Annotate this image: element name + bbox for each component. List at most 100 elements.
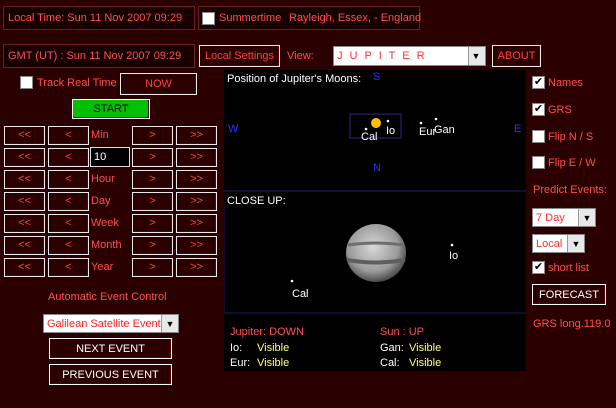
step-back-fast-button[interactable]: << <box>4 192 45 211</box>
step-back-button[interactable]: < <box>48 148 89 167</box>
gmt-time: GMT (UT) : Sun 11 Nov 2007 09:29 <box>8 50 182 62</box>
next-event-button[interactable]: NEXT EVENT <box>49 338 172 359</box>
moon-label-gan: Gan <box>434 124 455 136</box>
step-back-button[interactable]: < <box>48 236 89 255</box>
names-checkbox[interactable] <box>532 76 545 89</box>
local-time: Local Time: Sun 11 Nov 2007 09:29 <box>8 12 183 24</box>
eur-status-label: Eur: <box>230 357 251 369</box>
location-panel: Summertime Rayleigh, Essex, - England <box>198 6 422 30</box>
eur-status-value: Visible <box>257 357 290 369</box>
cal-status-value: Visible <box>409 357 442 369</box>
local-settings-button[interactable]: Local Settings <box>199 45 280 67</box>
compass-top: S <box>373 71 381 83</box>
grs-longitude: GRS long.119.0 <box>533 318 611 330</box>
view-select-value: J U P I T E R <box>337 50 427 62</box>
now-button[interactable]: NOW <box>120 73 197 95</box>
step-back-fast-button[interactable]: << <box>4 148 45 167</box>
cal-status-label: Cal: <box>380 357 400 369</box>
step-back-fast-button[interactable]: << <box>4 258 45 277</box>
gan-status-value: Visible <box>409 342 442 354</box>
step-forward-fast-button[interactable]: >> <box>176 258 217 277</box>
compass-east: E <box>514 123 522 135</box>
step-back-button[interactable]: < <box>48 192 89 211</box>
step-forward-button[interactable]: > <box>132 148 173 167</box>
grs-label: GRS <box>548 104 572 116</box>
previous-event-button[interactable]: PREVIOUS EVENT <box>49 364 172 385</box>
step-forward-fast-button[interactable]: >> <box>176 126 217 145</box>
step-forward-button[interactable]: > <box>132 192 173 211</box>
time-unit-label: Day <box>91 195 111 207</box>
time-unit-label: Hour <box>91 173 115 185</box>
flip-ew-label: Flip E / W <box>548 157 596 169</box>
track-real-time-checkbox[interactable] <box>20 76 33 89</box>
predict-period-select[interactable]: 7 Day ▼ <box>532 208 596 227</box>
step-back-fast-button[interactable]: << <box>4 214 45 233</box>
step-forward-button[interactable]: > <box>132 170 173 189</box>
step-forward-fast-button[interactable]: >> <box>176 148 217 167</box>
chevron-down-icon[interactable]: ▼ <box>468 47 485 65</box>
start-button[interactable]: START <box>72 99 150 119</box>
moon-label-io: Io <box>386 125 396 137</box>
step-forward-button[interactable]: > <box>132 126 173 145</box>
step-forward-button[interactable]: > <box>132 214 173 233</box>
time-unit-label: Year <box>91 261 114 273</box>
step-back-button[interactable]: < <box>48 214 89 233</box>
closeup-label-cal: Cal <box>292 288 309 300</box>
names-label: Names <box>548 77 583 89</box>
moon-label-cal: Cal <box>361 131 378 143</box>
flip-ew-checkbox[interactable] <box>532 156 545 169</box>
location-text: Rayleigh, Essex, - England <box>289 12 422 24</box>
short-list-label: short list <box>548 262 589 274</box>
step-forward-fast-button[interactable]: >> <box>176 192 217 211</box>
io-closeup-dot <box>450 243 454 247</box>
short-list-checkbox[interactable] <box>532 261 545 274</box>
step-forward-button[interactable]: > <box>132 236 173 255</box>
step-forward-button[interactable]: > <box>132 258 173 277</box>
time-unit-label: Month <box>91 239 122 251</box>
grs-checkbox[interactable] <box>532 103 545 116</box>
step-back-fast-button[interactable]: << <box>4 126 45 145</box>
time-zone-value: Local <box>536 238 563 250</box>
time-zone-select[interactable]: Local ▼ <box>532 234 585 253</box>
predict-period-value: 7 Day <box>536 212 565 224</box>
gan-status-label: Gan: <box>380 342 404 354</box>
jupiter-status: Jupiter: DOWN <box>230 326 304 338</box>
time-unit-label: Min <box>91 129 109 141</box>
step-back-button[interactable]: < <box>48 258 89 277</box>
view-select[interactable]: J U P I T E R ▼ <box>333 46 486 66</box>
step-back-fast-button[interactable]: << <box>4 236 45 255</box>
step-back-button[interactable]: < <box>48 126 89 145</box>
step-forward-fast-button[interactable]: >> <box>176 170 217 189</box>
about-button[interactable]: ABOUT <box>492 45 541 67</box>
event-select-value: Galilean Satellite Event <box>47 318 161 330</box>
step-forward-fast-button[interactable]: >> <box>176 214 217 233</box>
chevron-down-icon[interactable]: ▼ <box>161 315 178 332</box>
step-forward-fast-button[interactable]: >> <box>176 236 217 255</box>
europa-dot <box>419 121 423 125</box>
flip-ns-checkbox[interactable] <box>532 130 545 143</box>
minute-step-input[interactable]: 10 <box>90 147 130 167</box>
forecast-button[interactable]: FORECAST <box>532 284 606 305</box>
flip-ns-label: Flip N / S <box>548 131 594 143</box>
auto-event-label: Automatic Event Control <box>48 291 167 303</box>
chevron-down-icon[interactable]: ▼ <box>567 235 584 252</box>
sky-view: Position of Jupiter's Moons: S N W E Cal… <box>224 70 526 371</box>
jupiter-closeup-disc <box>346 224 406 282</box>
closeup-label-io: Io <box>449 250 459 262</box>
compass-bottom: N <box>373 162 381 174</box>
compass-west: W <box>228 123 239 135</box>
io-status-label: Io: <box>230 342 243 354</box>
io-status-value: Visible <box>257 342 290 354</box>
step-back-fast-button[interactable]: << <box>4 170 45 189</box>
summertime-checkbox[interactable] <box>202 12 215 25</box>
step-back-button[interactable]: < <box>48 170 89 189</box>
io-dot <box>386 119 390 123</box>
callisto-dot <box>364 127 368 131</box>
ganymede-dot <box>434 117 438 121</box>
chevron-down-icon[interactable]: ▼ <box>578 209 595 226</box>
view-label: View: <box>287 50 314 62</box>
local-time-panel: Local Time: Sun 11 Nov 2007 09:29 <box>3 6 195 30</box>
gmt-time-panel: GMT (UT) : Sun 11 Nov 2007 09:29 <box>3 44 195 68</box>
predict-events-label: Predict Events: <box>533 184 607 196</box>
event-select[interactable]: Galilean Satellite Event ▼ <box>43 314 179 333</box>
